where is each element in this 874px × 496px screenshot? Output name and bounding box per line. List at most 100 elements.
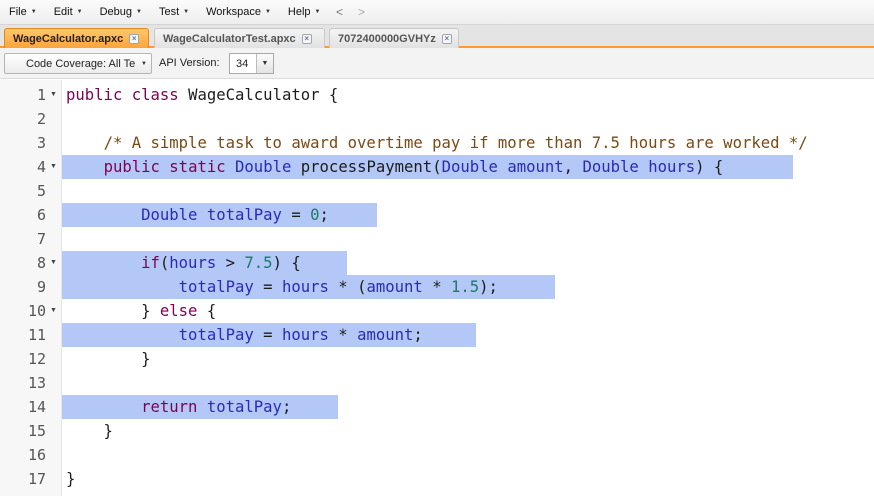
code-line[interactable]: 10 ▼ } else { xyxy=(0,299,874,323)
api-version-label: API Version: xyxy=(159,57,220,69)
code-line[interactable]: 4 ▼ public static Double processPayment(D… xyxy=(0,155,874,179)
menu-test-label: Test xyxy=(158,6,180,18)
code-line[interactable]: 15 } xyxy=(0,419,874,443)
menu-help[interactable]: Help ▼ xyxy=(279,1,329,23)
code-editor[interactable]: 1 ▼ public class WageCalculator {2 3 /* A s… xyxy=(0,80,874,496)
chevron-down-icon: ▼ xyxy=(264,9,271,15)
code-token: * xyxy=(422,278,451,296)
fold-toggle-icon[interactable]: ▼ xyxy=(50,155,57,179)
code-token: Double xyxy=(235,158,292,176)
code-token: amount xyxy=(366,278,423,296)
menu-debug[interactable]: Debug ▼ xyxy=(91,1,150,23)
code-token: hours xyxy=(169,254,217,272)
code-line[interactable]: 14 return totalPay; xyxy=(0,395,874,419)
code-line[interactable]: 3 /* A simple task to award overtime pay… xyxy=(0,131,874,155)
close-icon[interactable]: × xyxy=(129,33,140,44)
forward-arrow-icon[interactable]: > xyxy=(350,5,372,19)
tab-7072400000gvhyz[interactable]: 7072400000GVHYz × xyxy=(329,28,459,48)
menu-edit-label: Edit xyxy=(53,6,73,18)
code-text: public class WageCalculator { xyxy=(66,83,338,107)
menu-test[interactable]: Test ▼ xyxy=(150,1,197,23)
fold-toggle-icon[interactable]: ▼ xyxy=(50,251,57,275)
menu-bar: File ▼ Edit ▼ Debug ▼ Test ▼ Workspace ▼ Help… xyxy=(0,0,874,25)
code-token: } xyxy=(66,350,151,368)
code-coverage-dropdown[interactable]: Code Coverage: All Te ▼ xyxy=(4,53,152,74)
close-icon[interactable]: × xyxy=(441,33,452,44)
code-line[interactable]: 16 xyxy=(0,443,874,467)
tab-wagecalculatortest[interactable]: WageCalculatorTest.apxc × xyxy=(154,28,325,48)
line-number: 4 xyxy=(36,158,46,176)
close-icon[interactable]: × xyxy=(301,33,312,44)
code-line[interactable]: 8 ▼ if(hours > 7.5) { xyxy=(0,251,874,275)
code-token: public xyxy=(103,158,160,176)
code-line[interactable]: 11 totalPay = hours * amount; xyxy=(0,323,874,347)
code-text: } xyxy=(66,467,75,491)
line-number: 2 xyxy=(36,110,46,128)
code-token: ( xyxy=(159,254,170,272)
code-text: return totalPay; xyxy=(66,395,291,419)
code-token: * ( xyxy=(328,278,367,296)
code-token: totalPay xyxy=(178,326,254,344)
menu-edit[interactable]: Edit ▼ xyxy=(45,1,91,23)
code-token: class xyxy=(131,86,179,104)
code-token: totalPay xyxy=(206,398,282,416)
code-token: = xyxy=(281,206,311,224)
api-version-select[interactable]: 34 ▼ xyxy=(229,53,274,74)
code-token: if xyxy=(141,254,160,272)
code-line[interactable]: 2 xyxy=(0,107,874,131)
code-token: amount xyxy=(357,326,414,344)
code-text: /* A simple task to award overtime pay i… xyxy=(66,131,808,155)
tab-wagecalculator[interactable]: WageCalculator.apxc × xyxy=(4,28,149,48)
code-line[interactable]: 9 totalPay = hours * (amount * 1.5); xyxy=(0,275,874,299)
line-number: 11 xyxy=(27,326,46,344)
line-number: 8 xyxy=(36,254,46,272)
line-number: 1 xyxy=(36,86,46,104)
chevron-down-icon: ▼ xyxy=(30,9,37,15)
menu-workspace[interactable]: Workspace ▼ xyxy=(197,1,279,23)
line-number: 15 xyxy=(27,422,46,440)
chevron-down-icon: ▼ xyxy=(141,61,147,67)
fold-toggle-icon[interactable]: ▼ xyxy=(50,83,57,107)
code-token: WageCalculator { xyxy=(178,86,339,104)
code-text: } xyxy=(66,419,113,443)
line-number: 13 xyxy=(27,374,46,392)
code-line[interactable]: 6 Double totalPay = 0; xyxy=(0,203,874,227)
code-token: else xyxy=(159,302,198,320)
menu-file[interactable]: File ▼ xyxy=(0,1,45,23)
code-token: ) { xyxy=(272,254,301,272)
code-line[interactable]: 17} xyxy=(0,467,874,491)
chevron-down-icon: ▼ xyxy=(183,9,190,15)
code-token: hours xyxy=(648,158,696,176)
code-token: totalPay xyxy=(178,278,254,296)
code-token: = xyxy=(253,278,282,296)
code-line[interactable]: 1 ▼ public class WageCalculator { xyxy=(0,83,874,107)
code-token: { xyxy=(197,302,217,320)
code-line[interactable]: 7 xyxy=(0,227,874,251)
chevron-down-icon[interactable]: ▼ xyxy=(256,54,273,73)
code-token: 1.5 xyxy=(450,278,480,296)
code-text: } else { xyxy=(66,299,216,323)
line-number: 7 xyxy=(36,230,46,248)
code-line[interactable]: 13 xyxy=(0,371,874,395)
back-arrow-icon[interactable]: < xyxy=(328,5,350,19)
line-number: 12 xyxy=(27,350,46,368)
line-number: 3 xyxy=(36,134,46,152)
code-line[interactable]: 12 } xyxy=(0,347,874,371)
editor-tab-strip: WageCalculator.apxc × WageCalculatorTest… xyxy=(0,25,874,48)
line-number: 17 xyxy=(27,470,46,488)
code-line[interactable]: 5 xyxy=(0,179,874,203)
code-token: > xyxy=(216,254,245,272)
code-token: * xyxy=(328,326,358,344)
fold-toggle-icon[interactable]: ▼ xyxy=(50,299,57,323)
code-text: totalPay = hours * amount; xyxy=(66,323,423,347)
api-version-value: 34 xyxy=(236,57,249,70)
code-token: return xyxy=(141,398,198,416)
